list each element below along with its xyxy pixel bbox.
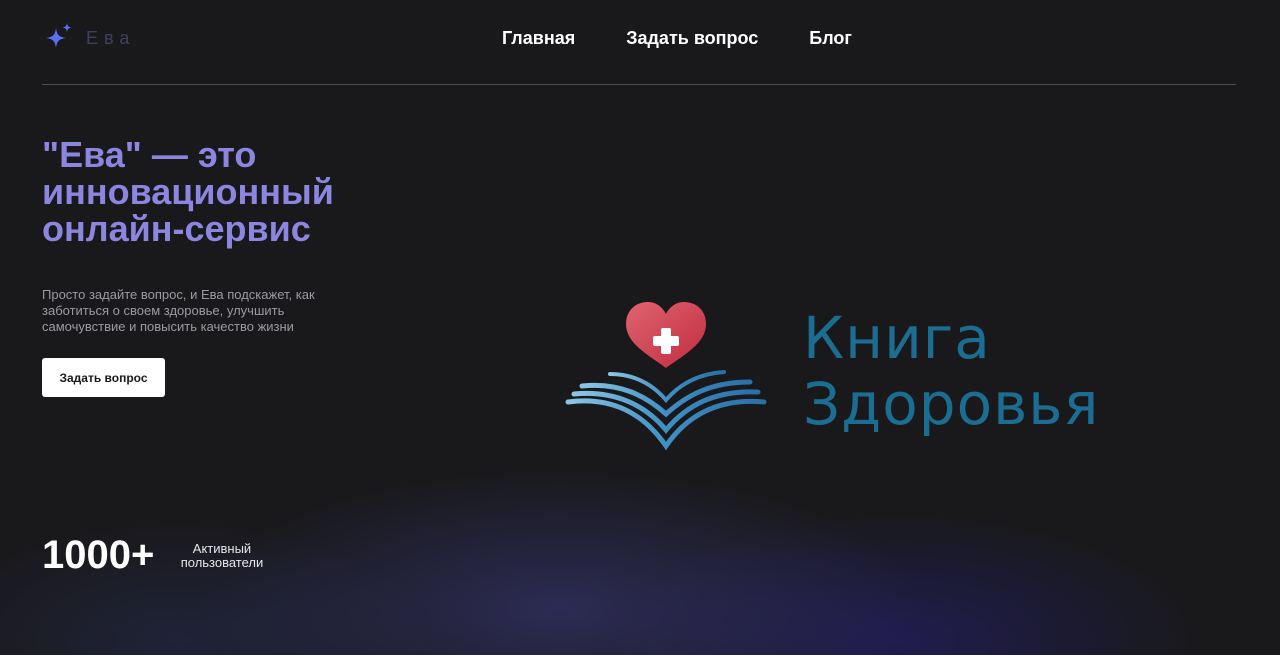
hero-title: "Ева" — это инновационный онлайн-сервис xyxy=(42,134,334,249)
active-users-count: 1000+ xyxy=(42,533,155,577)
nav-home[interactable]: Главная xyxy=(502,28,575,49)
brand-title-line1: Книга xyxy=(803,304,991,372)
header-divider xyxy=(42,84,1236,85)
logo-text: Ева xyxy=(86,27,136,48)
main-nav: Главная Задать вопрос Блог xyxy=(502,28,852,49)
nav-blog[interactable]: Блог xyxy=(809,28,852,49)
active-users-label: Активный пользователи xyxy=(180,541,264,570)
sparkle-icon xyxy=(42,22,74,54)
hero-subtitle: Просто задайте вопрос, и Ева подскажет, … xyxy=(42,287,315,334)
nav-ask-question[interactable]: Задать вопрос xyxy=(626,28,758,49)
heart-book-icon xyxy=(565,302,767,451)
landing-page: Ева Главная Задать вопрос Блог "Ева" — э… xyxy=(0,0,1280,655)
brand-image: Книга Здоровья xyxy=(560,296,1120,456)
ask-question-button[interactable]: Задать вопрос xyxy=(42,358,165,397)
logo[interactable]: Ева xyxy=(42,22,135,54)
brand-title-line2: Здоровья xyxy=(803,370,1100,438)
